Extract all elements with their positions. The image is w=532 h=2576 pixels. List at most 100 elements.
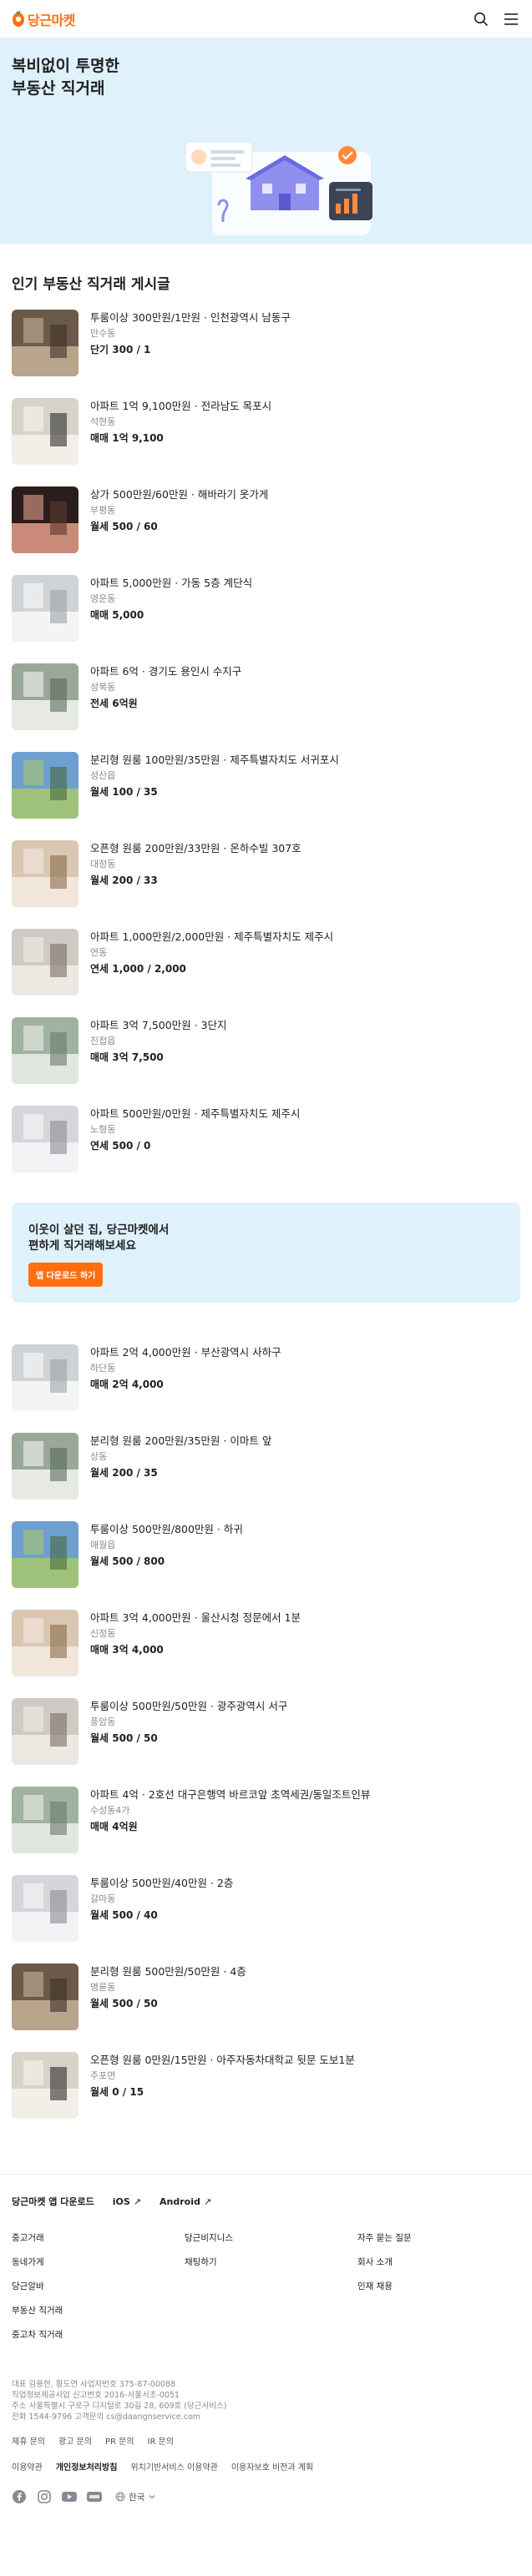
social-links: 한국 xyxy=(12,2489,520,2504)
footer-link[interactable]: 중고거래 xyxy=(12,2226,185,2251)
footer-link[interactable]: 자주 묻는 질문 xyxy=(357,2226,520,2251)
listing-price: 매매 5,000 xyxy=(90,609,144,621)
listing-thumbnail xyxy=(12,663,79,730)
listing-item[interactable]: 투룸이상 300만원/1만원 · 인천광역시 남동구 만수동 단기 300 / 1 xyxy=(12,310,520,398)
footer-link-empty xyxy=(185,2323,357,2347)
listing-thumbnail xyxy=(12,398,79,465)
listing-info: 투룸이상 500만원/40만원 · 2층 갈마동 월세 500 / 40 xyxy=(90,1875,233,1923)
inquiry-link[interactable]: PR 문의 xyxy=(105,2434,134,2447)
listing-info: 상가 500만원/60만원 · 해바라기 옷가게부평동월세 500 / 60 xyxy=(90,486,268,534)
listing-price: 매매 2억 4,000 xyxy=(90,1379,164,1390)
policy-link[interactable]: 개인정보처리방침 xyxy=(56,2460,118,2473)
facebook-icon[interactable] xyxy=(12,2489,27,2504)
listing-item[interactable]: 아파트 4억 · 2호선 대구은행역 바르코앞 초역세권/동일조트인뷰 수성동4가… xyxy=(12,1787,520,1875)
listing-thumbnail xyxy=(12,310,79,376)
search-icon[interactable] xyxy=(472,10,490,28)
listing-location: 연동 xyxy=(90,947,108,958)
listing-item[interactable]: 아파트 3억 7,500만원 · 3단지 진접읍 매매 3억 7,500 xyxy=(12,1017,520,1106)
listing-info: 아파트 5,000만원 · 가동 5층 계단식영운동매매 5,000 xyxy=(90,575,252,623)
listing-item[interactable]: 아파트 2억 4,000만원 · 부산광역시 사하구 하단동 매매 2억 4,000 xyxy=(12,1344,520,1433)
listing-info: 아파트 1,000만원/2,000만원 · 제주특별자치도 제주시 연동 연세 1,… xyxy=(90,929,333,976)
listing-item[interactable]: 분리형 원룸 500만원/50만원 · 4층 명륜동 월세 500 / 50 xyxy=(12,1964,520,2052)
listing-location: 만수동 xyxy=(90,328,116,339)
listing-title: 투룸이상 300만원/1만원 · 인천광역시 남동구 xyxy=(90,311,291,324)
listing-location: 진접읍 xyxy=(90,1036,116,1046)
listing-item[interactable]: 투룸이상 500만원/40만원 · 2층 갈마동 월세 500 / 40 xyxy=(12,1875,520,1964)
listing-item[interactable]: 아파트 5,000만원 · 가동 5층 계단식영운동매매 5,000 xyxy=(12,575,520,663)
app-download-button[interactable]: 앱 다운로드 하기 xyxy=(28,1263,104,1287)
chevron-down-icon xyxy=(149,2495,155,2499)
menu-icon[interactable] xyxy=(502,10,520,28)
listing-price: 월세 500 / 60 xyxy=(90,521,158,532)
listing-item[interactable]: 투룸이상 500만원/800만원 · 하귀 애월읍 월세 500 / 800 xyxy=(12,1521,520,1610)
listing-item[interactable]: 오픈형 원룸 200만원/33만원 · 온하수빌 307호 대정동 월세 200 /… xyxy=(12,840,520,929)
policy-link[interactable]: 이용자보호 비전과 계획 xyxy=(231,2460,313,2473)
ios-download-link[interactable]: iOS ↗ xyxy=(113,2196,141,2207)
listing-price: 월세 500 / 40 xyxy=(90,1909,158,1921)
listing-price: 월세 200 / 33 xyxy=(90,875,158,886)
footer-link[interactable]: 부동산 직거래 xyxy=(12,2299,185,2323)
language-selector[interactable]: 한국 xyxy=(115,2491,156,2503)
listing-item[interactable]: 아파트 6억 · 경기도 용인시 수지구 성복동 전세 6억원 xyxy=(12,663,520,752)
listing-thumbnail xyxy=(12,486,79,553)
inquiry-link[interactable]: IR 문의 xyxy=(148,2434,174,2447)
listing-item[interactable]: 분리형 원룸 100만원/35만원 · 제주특별자치도 서귀포시 성산읍 월세 10… xyxy=(12,752,520,840)
listing-location: 영운동 xyxy=(90,593,116,604)
listing-item[interactable]: 아파트 500만원/0만원 · 제주특별자치도 제주시 노형동 연세 500 / 0 xyxy=(12,1106,520,1194)
instagram-icon[interactable] xyxy=(37,2489,52,2504)
inquiry-link[interactable]: 광고 문의 xyxy=(58,2434,92,2447)
listing-item[interactable]: 투룸이상 500만원/50만원 · 광주광역시 서구 풍암동 월세 500 / 50 xyxy=(12,1698,520,1787)
footer-link[interactable]: 채팅하기 xyxy=(185,2251,357,2275)
listing-info: 아파트 1억 9,100만원 · 전라남도 목포시 석현동 매매 1억 9,100 xyxy=(90,398,271,446)
external-link-icon: ↗ xyxy=(203,2195,212,2207)
listing-location: 하단동 xyxy=(90,1363,116,1374)
listing-location: 신정동 xyxy=(90,1628,116,1639)
listing-price: 월세 100 / 35 xyxy=(90,786,158,798)
listing-title: 아파트 5,000만원 · 가동 5층 계단식 xyxy=(90,577,253,589)
listing-thumbnail xyxy=(12,752,79,819)
youtube-icon[interactable] xyxy=(62,2489,77,2504)
blog-icon[interactable] xyxy=(87,2489,102,2504)
listing-title: 투룸이상 500만원/50만원 · 광주광역시 서구 xyxy=(90,1700,288,1712)
listing-location: 부평동 xyxy=(90,505,116,516)
footer-link[interactable]: 당근비지니스 xyxy=(185,2226,357,2251)
listing-item[interactable]: 아파트 1억 9,100만원 · 전라남도 목포시 석현동 매매 1억 9,100 xyxy=(12,398,520,486)
listing-item[interactable]: 오픈형 원룸 0만원/15만원 · 아주자동차대학교 뒷문 도보1분 주포면 월세 … xyxy=(12,2052,520,2140)
app-download-banner: 이웃이 살던 집, 당근마켓에서 편하게 직거래해보세요 앱 다운로드 하기 xyxy=(12,1202,520,1303)
inquiry-link[interactable]: 제휴 문의 xyxy=(12,2434,45,2447)
listing-price: 월세 200 / 35 xyxy=(90,1467,158,1479)
listing-thumbnail xyxy=(12,1610,79,1676)
footer-link[interactable]: 당근알바 xyxy=(12,2275,185,2299)
listing-item[interactable]: 상가 500만원/60만원 · 해바라기 옷가게부평동월세 500 / 60 xyxy=(12,486,520,575)
listing-title: 오픈형 원룸 200만원/33만원 · 온하수빌 307호 xyxy=(90,842,301,854)
listing-title: 투룸이상 500만원/40만원 · 2층 xyxy=(90,1877,234,1889)
listing-title: 오픈형 원룸 0만원/15만원 · 아주자동차대학교 뒷문 도보1분 xyxy=(90,2054,355,2066)
listing-item[interactable]: 아파트 1,000만원/2,000만원 · 제주특별자치도 제주시 연동 연세 1,… xyxy=(12,929,520,1017)
listing-price: 매매 3억 4,000 xyxy=(90,1644,164,1656)
app-download-label: 당근마켓 앱 다운로드 xyxy=(12,2196,94,2207)
policy-link[interactable]: 이용약관 xyxy=(12,2460,43,2473)
listing-title: 분리형 원룸 200만원/35만원 · 이마트 앞 xyxy=(90,1434,272,1447)
listing-title: 상가 500만원/60만원 · 해바라기 옷가게 xyxy=(90,488,269,501)
listing-info: 투룸이상 500만원/800만원 · 하귀 애월읍 월세 500 / 800 xyxy=(90,1521,243,1569)
footer-link[interactable]: 중고차 직거래 xyxy=(12,2323,185,2347)
listing-thumbnail xyxy=(12,1106,79,1172)
listing-thumbnail xyxy=(12,1964,79,2030)
android-download-link[interactable]: Android ↗ xyxy=(160,2196,211,2207)
listing-location: 애월읍 xyxy=(90,1540,116,1550)
carrot-logo-icon xyxy=(13,10,24,27)
footer-link-empty xyxy=(185,2299,357,2323)
footer-link[interactable]: 회사 소개 xyxy=(357,2251,520,2275)
logo[interactable]: 당근마켓 xyxy=(12,9,75,29)
footer-link[interactable]: 인재 채용 xyxy=(357,2275,520,2299)
policy-link[interactable]: 위치기반서비스 이용약관 xyxy=(130,2460,217,2473)
listing-title: 아파트 6억 · 경기도 용인시 수지구 xyxy=(90,665,242,678)
logo-text: 당근마켓 xyxy=(28,12,75,28)
listing-item[interactable]: 아파트 3억 4,000만원 · 울산시청 정문에서 1분 신정동 매매 3억 4,… xyxy=(12,1610,520,1698)
listing-title: 분리형 원룸 500만원/50만원 · 4층 xyxy=(90,1965,246,1978)
listing-thumbnail xyxy=(12,2052,79,2119)
footer-link[interactable]: 동네가게 xyxy=(12,2251,185,2275)
house-illustration xyxy=(185,141,372,235)
listing-info: 오픈형 원룸 200만원/33만원 · 온하수빌 307호 대정동 월세 200 /… xyxy=(90,840,301,888)
listing-item[interactable]: 분리형 원룸 200만원/35만원 · 이마트 앞 상동 월세 200 / 35 xyxy=(12,1433,520,1521)
